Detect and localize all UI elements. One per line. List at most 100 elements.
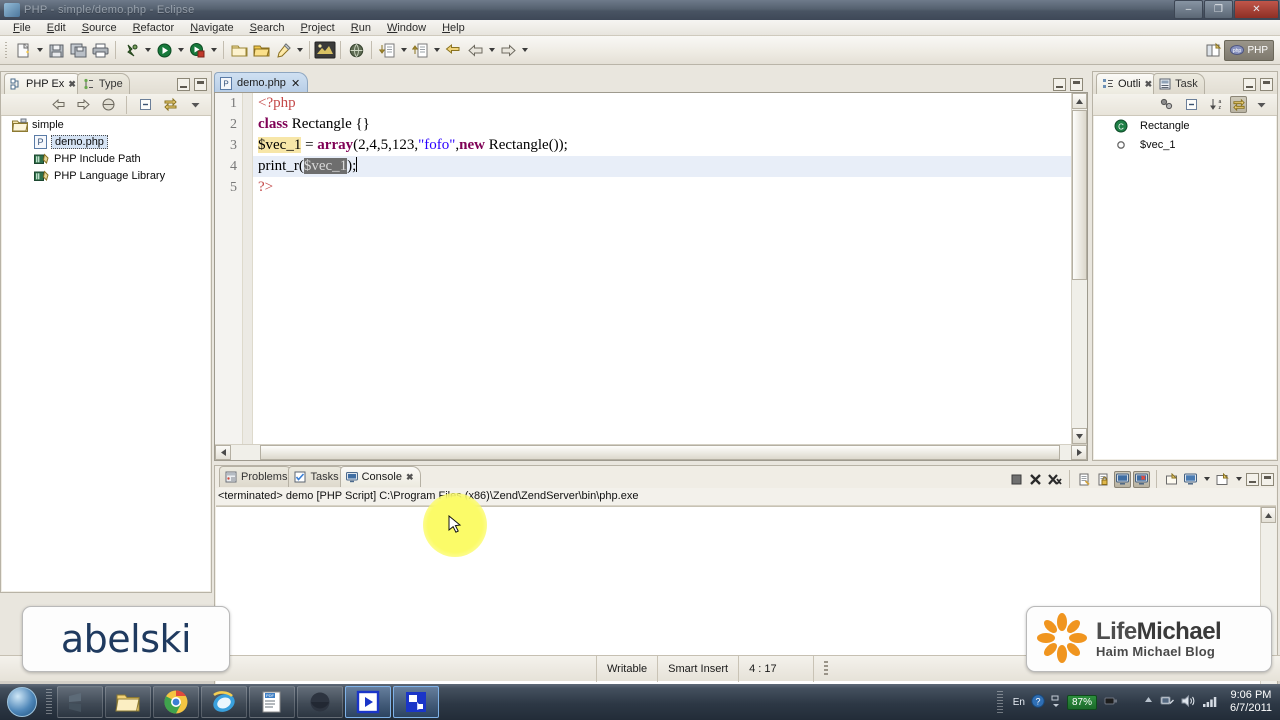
tab-console[interactable]: Console ✖ (339, 466, 421, 487)
open-perspective-button[interactable] (1202, 39, 1224, 61)
back-dropdown[interactable] (486, 39, 497, 61)
profile-button[interactable] (186, 39, 208, 61)
taskbar-google-chrome[interactable] (153, 686, 199, 718)
menu-help[interactable]: Help (434, 20, 473, 36)
signal-icon[interactable] (1202, 694, 1218, 711)
tree-item-php-language-library[interactable]: PHP Language Library (2, 167, 210, 184)
tray-grip[interactable] (996, 691, 1003, 713)
new-wizard-dropdown[interactable] (34, 39, 45, 61)
tab-outline[interactable]: Outli ✖ (1096, 73, 1160, 94)
menu-navigate[interactable]: Navigate (182, 20, 241, 36)
save-all-button[interactable] (67, 39, 89, 61)
zend-toolbar-button[interactable] (314, 39, 336, 61)
tab-problems[interactable]: Problems (219, 466, 295, 487)
tray-language[interactable]: En (1013, 697, 1025, 708)
run-dropdown[interactable] (175, 39, 186, 61)
remove-all-terminated-icon[interactable] (1046, 471, 1063, 488)
new-wizard-button[interactable] (12, 39, 34, 61)
new-php-file-dropdown[interactable] (294, 39, 305, 61)
home-icon[interactable] (97, 94, 119, 116)
toolbar-grip[interactable] (3, 40, 10, 60)
power-plug-icon[interactable] (1103, 694, 1119, 711)
tree-item-simple[interactable]: simple (2, 116, 210, 133)
tray-show-hidden-icon[interactable] (1143, 695, 1154, 709)
perspective-php-button[interactable]: php PHP (1224, 39, 1274, 61)
close-icon[interactable]: ✖ (1145, 79, 1153, 90)
editor-horizontal-scrollbar[interactable] (215, 444, 1087, 460)
debug-button[interactable] (120, 39, 142, 61)
sort-icon[interactable]: az (1205, 94, 1227, 116)
next-annotation-button[interactable] (376, 39, 398, 61)
taskbar-media-player[interactable] (345, 686, 391, 718)
close-icon[interactable]: ✕ (291, 77, 300, 90)
menu-edit[interactable]: Edit (39, 20, 74, 36)
scroll-down-icon[interactable] (1072, 428, 1087, 444)
run-button[interactable] (153, 39, 175, 61)
taskbar-file-folder[interactable] (105, 686, 151, 718)
open-console-icon[interactable] (1214, 471, 1231, 488)
open-console-dropdown[interactable] (1233, 468, 1244, 490)
scroll-right-icon[interactable] (1071, 445, 1087, 460)
debug-dropdown[interactable] (142, 39, 153, 61)
forward-button[interactable] (497, 39, 519, 61)
code-line[interactable]: <?php (253, 93, 1071, 114)
back-button[interactable] (464, 39, 486, 61)
taskbar-internet-explorer[interactable] (201, 686, 247, 718)
forward-dropdown[interactable] (519, 39, 530, 61)
right-view-minimize-button[interactable] (1243, 78, 1256, 91)
outline-item--vec-1[interactable]: $vec_1 (1094, 135, 1276, 154)
collapse-all-icon[interactable] (1180, 94, 1202, 116)
menu-window[interactable]: Window (379, 20, 434, 36)
menu-file[interactable]: File (5, 20, 39, 36)
window-minimize-button[interactable]: – (1174, 0, 1203, 19)
close-icon[interactable]: ✖ (406, 472, 414, 483)
help-icon[interactable]: ? (1031, 693, 1045, 711)
tray-expand-icon[interactable] (1051, 694, 1061, 711)
display-selected-console-icon[interactable] (1182, 471, 1199, 488)
tab-tasks[interactable]: Tasks (288, 466, 346, 487)
outline-tree[interactable]: C Rectangle $vec_1 (1094, 116, 1276, 459)
taskbar-grip[interactable] (46, 689, 52, 715)
tab-php-explorer[interactable]: PHP Ex ✖ (4, 73, 83, 94)
taskbar-eclipse[interactable] (393, 686, 439, 718)
project-tree[interactable]: simple Pdemo.php PHP Include Path PHP Langu… (2, 116, 210, 591)
network-icon[interactable] (1160, 694, 1175, 711)
scroll-up-icon[interactable] (1072, 93, 1087, 109)
editor-vscroll-thumb[interactable] (1072, 110, 1087, 280)
taskbar-pdf-reader[interactable]: PDF (249, 686, 295, 718)
back-icon[interactable] (47, 94, 69, 116)
pin-console-icon[interactable] (1163, 471, 1180, 488)
show-console-on-output-icon[interactable] (1133, 470, 1150, 488)
save-button[interactable] (45, 39, 67, 61)
editor-tab-demo-php[interactable]: P demo.php ✕ (214, 72, 309, 93)
taskbar-windows-explorer[interactable] (57, 686, 103, 718)
taskbar-clock[interactable]: 9:06 PM 6/7/2011 (1224, 689, 1272, 715)
console-maximize-button[interactable] (1261, 472, 1274, 486)
taskbar-dark-app[interactable] (297, 686, 343, 718)
outline-item-rectangle[interactable]: C Rectangle (1094, 116, 1276, 135)
left-view-minimize-button[interactable] (177, 78, 190, 91)
forward-icon[interactable] (72, 94, 94, 116)
browser-button[interactable] (345, 39, 367, 61)
code-line[interactable]: $vec_1 = array(2,4,5,123,"fofo",new Rect… (253, 135, 1071, 156)
terminate-icon[interactable] (1008, 471, 1025, 488)
new-php-project-button[interactable] (228, 39, 250, 61)
left-view-maximize-button[interactable] (194, 78, 207, 91)
menu-source[interactable]: Source (74, 20, 125, 36)
editor-minimize-button[interactable] (1053, 78, 1066, 91)
code-line[interactable]: ?> (253, 177, 1071, 198)
editor-vertical-scrollbar[interactable] (1071, 93, 1087, 444)
code-line[interactable]: print_r($vec_1); (253, 156, 1071, 177)
lock-scroll-icon[interactable] (1095, 471, 1112, 488)
tab-type-hierarchy[interactable]: Type (76, 73, 130, 94)
view-menu-icon[interactable] (1250, 94, 1272, 116)
display-selected-console-dropdown[interactable] (1201, 468, 1212, 490)
editor-hscroll-thumb[interactable] (260, 445, 1060, 460)
tab-task-list[interactable]: Task (1153, 73, 1205, 94)
hide-fields-icon[interactable] (1155, 94, 1177, 116)
menu-run[interactable]: Run (343, 20, 379, 36)
view-menu-icon[interactable] (184, 94, 206, 116)
battery-indicator[interactable]: 87% (1066, 694, 1097, 710)
link-with-editor-icon[interactable] (1230, 96, 1247, 113)
clear-console-icon[interactable] (1076, 471, 1093, 488)
